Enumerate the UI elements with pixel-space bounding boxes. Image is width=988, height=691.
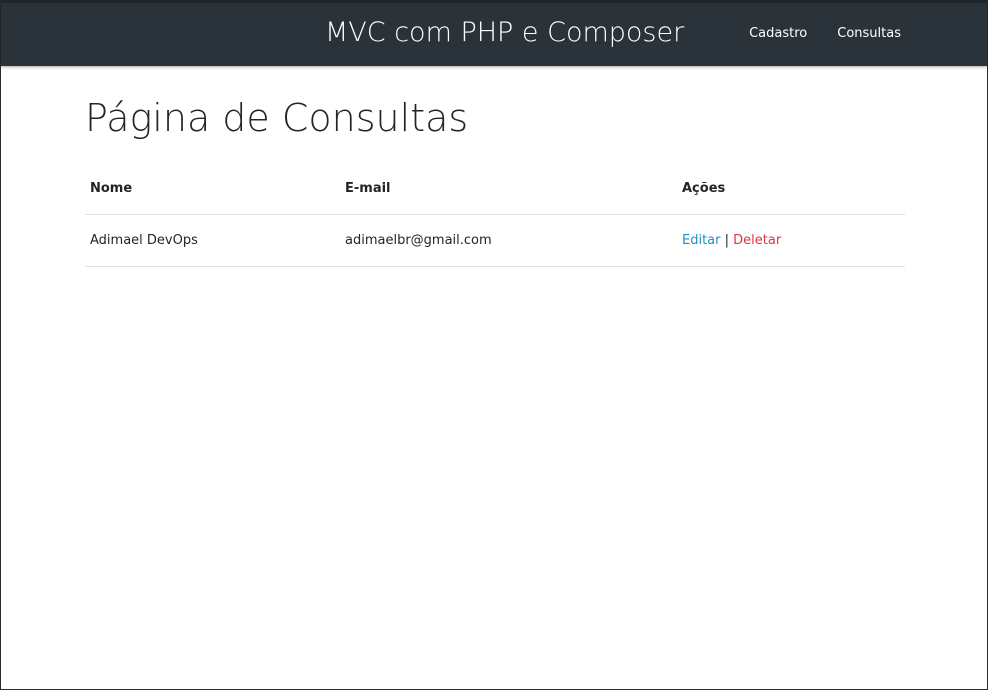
table-row: Adimael DevOps adimaelbr@gmail.com Edita… xyxy=(85,214,905,267)
edit-link[interactable]: Editar xyxy=(682,233,721,248)
column-header-nome: Nome xyxy=(85,162,340,215)
column-header-acoes: Ações xyxy=(677,162,905,215)
cell-actions: Editar | Deletar xyxy=(677,214,905,267)
nav-link-consultas[interactable]: Consultas xyxy=(837,26,901,41)
column-header-email: E-mail xyxy=(340,162,677,215)
action-separator: | xyxy=(724,233,730,248)
navbar-brand[interactable]: MVC com PHP e Composer xyxy=(325,17,684,48)
top-navbar: MVC com PHP e Composer Cadastro Consulta… xyxy=(1,0,987,66)
browser-viewport: MVC com PHP e Composer Cadastro Consulta… xyxy=(0,0,988,690)
table-header-row: Nome E-mail Ações xyxy=(85,162,905,215)
delete-link[interactable]: Deletar xyxy=(733,233,781,248)
table-body: Adimael DevOps adimaelbr@gmail.com Edita… xyxy=(85,214,905,267)
records-table: Nome E-mail Ações Adimael DevOps adimael… xyxy=(85,162,905,267)
main-content: Página de Consultas Nome E-mail Ações Ad… xyxy=(85,66,905,267)
page-title: Página de Consultas xyxy=(85,96,469,140)
cell-email: adimaelbr@gmail.com xyxy=(340,214,677,267)
nav-link-cadastro[interactable]: Cadastro xyxy=(749,26,807,41)
nav-links: Cadastro Consultas xyxy=(749,26,901,41)
table-head: Nome E-mail Ações xyxy=(85,162,905,215)
cell-name: Adimael DevOps xyxy=(85,214,340,267)
